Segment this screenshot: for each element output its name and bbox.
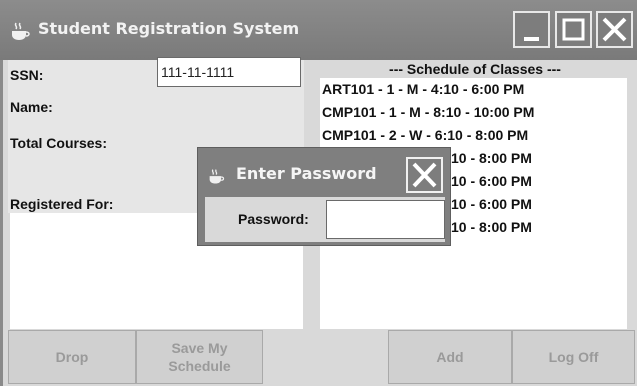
- save-label-line1: Save My: [171, 340, 228, 356]
- maximize-icon: [562, 18, 585, 41]
- list-item[interactable]: 10 - 8:00 PM: [451, 150, 532, 166]
- window-title-bar[interactable]: Student Registration System: [0, 0, 637, 60]
- log-off-button-label: Log Off: [548, 349, 599, 365]
- drop-button[interactable]: Drop: [8, 330, 136, 384]
- add-button-label: Add: [436, 349, 464, 365]
- minimize-icon: [524, 37, 539, 41]
- list-item[interactable]: CMP101 - 1 - M - 8:10 - 10:00 PM: [322, 104, 534, 120]
- total-courses-label: Total Courses:: [10, 135, 107, 151]
- ssn-field[interactable]: 111-11-1111: [157, 57, 301, 87]
- window-title: Student Registration System: [38, 19, 300, 38]
- password-label: Password:: [238, 211, 309, 227]
- list-item[interactable]: ART101 - 1 - M - 4:10 - 6:00 PM: [322, 81, 524, 97]
- save-label-line2: Schedule: [168, 358, 231, 374]
- list-item[interactable]: 10 - 8:00 PM: [451, 219, 532, 235]
- save-schedule-button[interactable]: Save My Schedule: [136, 330, 263, 384]
- maximize-button[interactable]: [555, 11, 592, 48]
- password-field[interactable]: [326, 200, 445, 239]
- list-item[interactable]: CMP101 - 2 - W - 6:10 - 8:00 PM: [322, 127, 528, 143]
- close-button[interactable]: [596, 11, 633, 48]
- close-icon: [602, 17, 627, 42]
- name-label: Name:: [10, 99, 53, 115]
- close-icon: [412, 162, 437, 188]
- java-cup-icon: [12, 22, 30, 40]
- list-item[interactable]: 10 - 6:00 PM: [451, 196, 532, 212]
- list-item[interactable]: 10 - 6:00 PM: [451, 173, 532, 189]
- password-dialog[interactable]: Enter Password Password:: [197, 147, 451, 246]
- java-cup-icon: [209, 169, 225, 184]
- dialog-title: Enter Password: [236, 164, 377, 183]
- drop-button-label: Drop: [55, 349, 89, 365]
- dialog-close-button[interactable]: [406, 157, 443, 193]
- schedule-title: --- Schedule of Classes ---: [389, 61, 561, 77]
- registered-for-label: Registered For:: [10, 196, 114, 212]
- window-border: [0, 60, 3, 386]
- minimize-button[interactable]: [513, 11, 550, 48]
- dialog-body: Password:: [205, 197, 445, 242]
- save-schedule-button-label: Save My Schedule: [168, 339, 230, 375]
- log-off-button[interactable]: Log Off: [512, 330, 635, 384]
- ssn-label: SSN:: [10, 67, 44, 83]
- add-button[interactable]: Add: [388, 330, 512, 384]
